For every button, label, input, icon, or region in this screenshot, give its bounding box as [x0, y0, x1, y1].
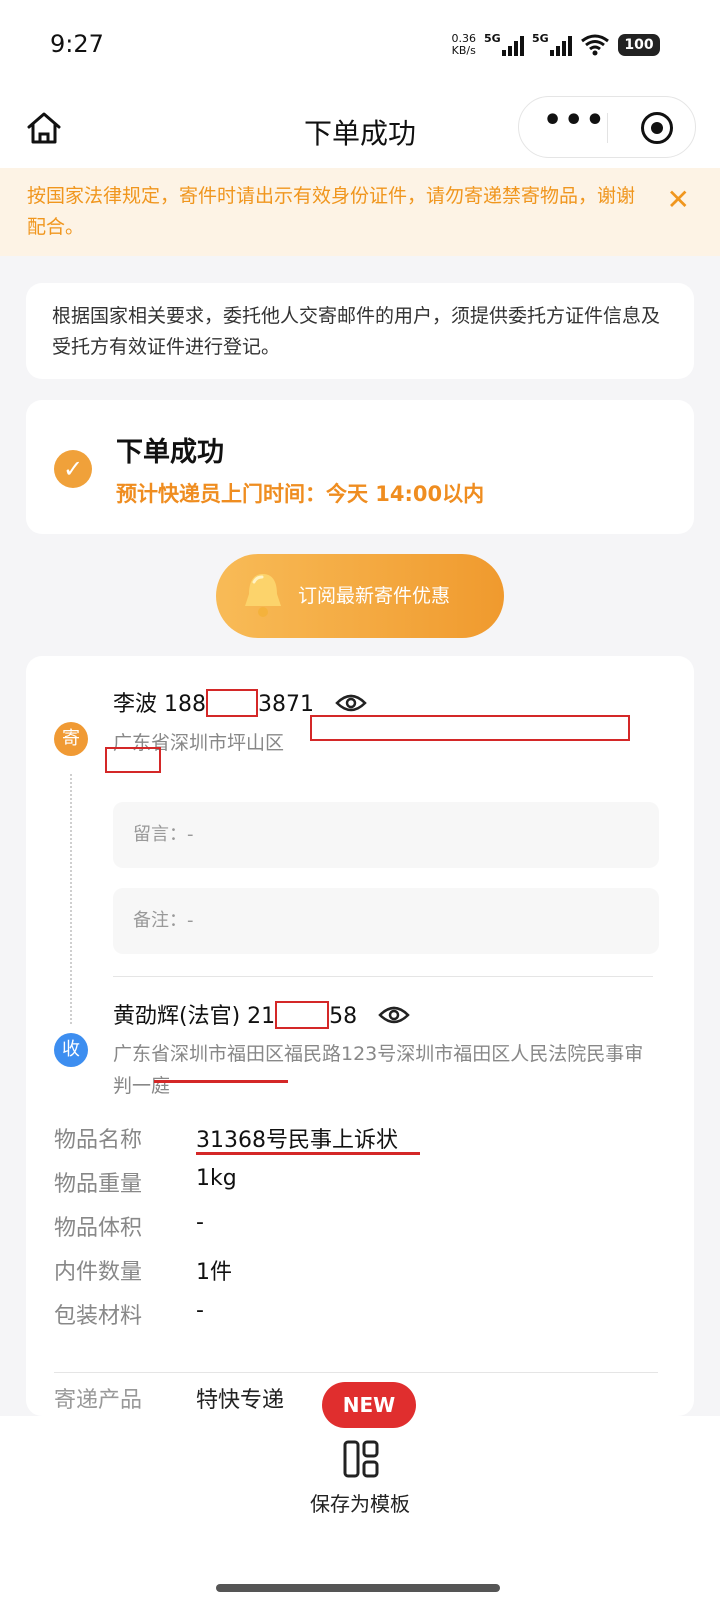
detail-label-item-name: 物品名称: [54, 1128, 143, 1153]
signal-icon-sim1: 5G: [484, 32, 524, 56]
entrust-info-text: 根据国家相关要求，委托他人交寄邮件的用户，须提供委托方证件信息及受托方有效证件进…: [52, 305, 661, 358]
capsule-divider: [607, 113, 608, 143]
detail-value-volume: -: [196, 1210, 204, 1235]
receiver-badge: 收: [54, 1033, 88, 1067]
legal-notice-bar: 按国家法律规定，寄件时请出示有效身份证件，请勿寄递禁寄物品，谢谢配合。 ✕: [0, 168, 720, 256]
redaction-box: [275, 1001, 330, 1029]
new-badge: NEW: [322, 1382, 416, 1428]
subscribe-offers-button[interactable]: 订阅最新寄件优惠: [216, 554, 504, 638]
order-detail-card: 寄 李波 188 3871 广东省深圳市坪山区 留言：- 备注：- 收 黄劭辉(法…: [26, 656, 694, 1416]
detail-value-quantity: 1件: [196, 1260, 232, 1285]
divider: [54, 1372, 658, 1373]
detail-value-item-name: 31368号民事上诉状: [196, 1128, 398, 1153]
success-title: 下单成功: [116, 437, 224, 468]
detail-label-packaging: 包装材料: [54, 1304, 143, 1329]
annotation-underline: [154, 1080, 288, 1083]
entrust-info-card: 根据国家相关要求，委托他人交寄邮件的用户，须提供委托方证件信息及受托方有效证件进…: [26, 283, 694, 379]
detail-label-volume: 物品体积: [54, 1216, 143, 1241]
template-icon[interactable]: [343, 1440, 379, 1478]
redaction-box: [310, 715, 630, 741]
receiver-phone-suffix: 58: [329, 1004, 358, 1029]
receiver-name: 黄劭辉(法官): [113, 1004, 241, 1029]
route-line: [70, 774, 72, 1024]
close-miniprogram-icon[interactable]: [641, 112, 673, 144]
legal-notice-text: 按国家法律规定，寄件时请出示有效身份证件，请勿寄递禁寄物品，谢谢配合。: [27, 185, 636, 238]
annotation-underline: [196, 1152, 420, 1155]
receiver-phone-prefix: 21: [247, 1004, 276, 1029]
detail-value-packaging: -: [196, 1298, 204, 1323]
detail-label-quantity: 内件数量: [54, 1260, 143, 1285]
detail-label-product: 寄递产品: [54, 1388, 143, 1413]
battery-icon: 100: [618, 34, 660, 56]
divider: [113, 976, 653, 977]
sender-name-phone: 李波 188 3871: [113, 686, 367, 718]
home-indicator[interactable]: [216, 1584, 500, 1592]
bottom-action-bar: NEW 保存为模板: [0, 1382, 720, 1600]
eye-icon[interactable]: [378, 1005, 410, 1025]
detail-value-product: 特快专递: [196, 1388, 285, 1413]
redaction-box: [105, 747, 161, 773]
detail-label-weight: 物品重量: [54, 1172, 143, 1197]
more-button[interactable]: •••: [543, 103, 607, 138]
remark-field[interactable]: 备注：-: [113, 888, 659, 954]
sender-badge: 寄: [54, 722, 88, 756]
check-circle-icon: ✓: [54, 450, 92, 488]
sender-phone-prefix: 188: [164, 692, 207, 717]
redaction-box: [206, 689, 259, 717]
bell-icon: [245, 574, 281, 617]
message-field[interactable]: 留言：-: [113, 802, 659, 868]
close-icon[interactable]: ✕: [667, 184, 690, 215]
receiver-name-phone: 黄劭辉(法官) 21 58: [113, 998, 410, 1030]
mini-program-capsule: •••: [518, 96, 696, 158]
save-as-template-button[interactable]: 保存为模板: [0, 1488, 720, 1517]
sender-phone-suffix: 3871: [258, 692, 315, 717]
order-success-card: ✓ 下单成功 预计快递员上门时间：今天 14:00以内: [26, 400, 694, 534]
receiver-address: 广东省深圳市福田区福民路123号深圳市福田区人民法院民事审判一庭: [113, 1043, 644, 1097]
status-bar: 9:27 0.36 KB/s 5G 5G 100: [0, 0, 720, 92]
status-time: 9:27: [50, 30, 104, 58]
network-speed: 0.36 KB/s: [451, 32, 477, 57]
pickup-time: 预计快递员上门时间：今天 14:00以内: [116, 482, 485, 506]
detail-value-weight: 1kg: [196, 1166, 237, 1191]
subscribe-label: 订阅最新寄件优惠: [298, 585, 451, 607]
eye-icon[interactable]: [335, 693, 367, 713]
sender-name: 李波: [113, 692, 158, 717]
status-indicators: 0.36 KB/s 5G 5G 100: [451, 30, 660, 60]
signal-icon-sim2: 5G: [532, 32, 572, 56]
nav-bar: 下单成功 •••: [0, 92, 720, 168]
wifi-icon: [581, 34, 609, 56]
